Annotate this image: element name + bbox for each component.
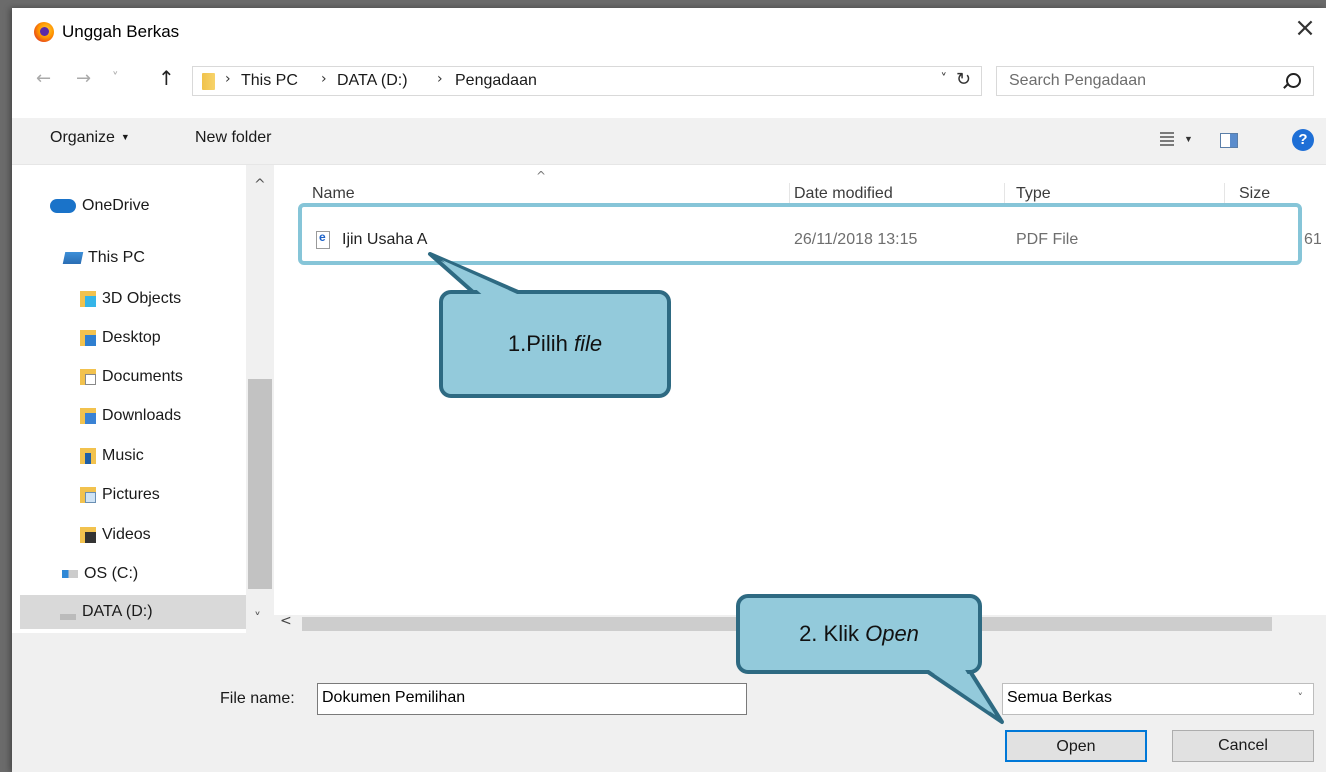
folder-desktop-icon: [80, 330, 96, 346]
forward-arrow-icon[interactable]: →: [76, 68, 91, 89]
breadcrumb-pengadaan[interactable]: Pengadaan: [455, 72, 537, 90]
breadcrumb-separator: ›: [437, 71, 443, 87]
breadcrumb-separator: ›: [321, 71, 327, 87]
folder-videos-icon: [80, 527, 96, 543]
folder-downloads-icon: [80, 408, 96, 424]
sidebar-item-this-pc[interactable]: This PC: [62, 241, 145, 275]
sidebar-item-label: 3D Objects: [102, 290, 182, 307]
command-toolbar: Organize ▼ New folder ▼ ?: [12, 118, 1326, 165]
callout-pointer-mask: [926, 668, 990, 712]
search-icon[interactable]: [1286, 73, 1301, 88]
navigation-bar: ← → ˅ ↑ › This PC › DATA (D:) › Pengadaa…: [12, 60, 1326, 102]
preview-pane-icon[interactable]: [1220, 133, 1238, 148]
sidebar-item-label: Desktop: [102, 329, 161, 346]
sidebar-item-music[interactable]: Music: [80, 439, 144, 473]
close-icon[interactable]: ×: [1290, 14, 1320, 44]
breadcrumb-this-pc[interactable]: This PC: [241, 72, 298, 90]
sidebar-item-label: Downloads: [102, 407, 182, 424]
sidebar-item-documents[interactable]: Documents: [80, 360, 183, 394]
scroll-down-icon[interactable]: ˅: [254, 611, 261, 627]
file-size: 61: [1304, 231, 1322, 248]
callout-emphasis: Open: [865, 621, 919, 646]
sidebar-item-pictures[interactable]: Pictures: [80, 478, 160, 512]
dialog-footer: File name: Dokumen Pemilihan Semua Berka…: [12, 633, 1326, 772]
callout-text: 1.Pilih: [507, 331, 574, 356]
file-name-field[interactable]: Dokumen Pemilihan: [317, 683, 747, 715]
sidebar-item-label: Videos: [102, 526, 151, 543]
sidebar-item-label: DATA (D:): [82, 603, 153, 620]
sidebar-item-label: Pictures: [102, 486, 160, 503]
chevron-down-icon: ˅: [1297, 691, 1304, 704]
breadcrumb-data-d[interactable]: DATA (D:): [337, 72, 408, 90]
sidebar-item-3d-objects[interactable]: 3D Objects: [80, 282, 181, 316]
recent-locations-icon[interactable]: ˅: [112, 71, 119, 86]
back-arrow-icon[interactable]: ←: [36, 68, 51, 89]
title-bar: Unggah Berkas ×: [12, 8, 1326, 54]
help-icon[interactable]: ?: [1292, 129, 1314, 151]
cancel-button[interactable]: Cancel: [1172, 730, 1314, 762]
drive-data-icon: [60, 614, 76, 620]
sidebar-item-data-d[interactable]: DATA (D:): [20, 595, 246, 629]
address-bar[interactable]: › This PC › DATA (D:) › Pengadaan ˅ ↻: [192, 66, 982, 96]
breadcrumb-separator: ›: [225, 71, 231, 87]
column-header-size[interactable]: Size: [1239, 185, 1270, 203]
sidebar-item-downloads[interactable]: Downloads: [80, 399, 181, 433]
sidebar-item-onedrive[interactable]: OneDrive: [50, 189, 150, 223]
sidebar-item-label: Documents: [102, 368, 183, 385]
onedrive-icon: [50, 199, 76, 213]
scrollbar-thumb[interactable]: [248, 379, 272, 589]
folder-documents-icon: [80, 369, 96, 385]
open-button[interactable]: Open: [1005, 730, 1147, 762]
sidebar-item-label: OneDrive: [82, 197, 150, 214]
column-header-date[interactable]: Date modified: [794, 185, 893, 203]
sidebar-item-label: OS (C:): [84, 565, 139, 582]
scroll-up-icon[interactable]: ^: [254, 177, 266, 193]
search-placeholder: Search Pengadaan: [1009, 72, 1146, 89]
scroll-left-icon[interactable]: <: [280, 613, 292, 629]
callout-step-1-text: 1.Pilih file: [439, 290, 671, 398]
callout-step-2-text: 2. Klik Open: [736, 594, 982, 674]
caret-down-icon: ▼: [120, 132, 130, 142]
dialog-title: Unggah Berkas: [62, 22, 180, 41]
sidebar-item-label: This PC: [88, 249, 145, 266]
organize-label: Organize: [50, 129, 115, 146]
sort-ascending-icon: ^: [536, 169, 547, 183]
file-highlight-frame: [298, 203, 1302, 265]
view-options-icon[interactable]: [1160, 132, 1174, 148]
file-type-value: Semua Berkas: [1007, 689, 1112, 706]
organize-button[interactable]: Organize ▼: [50, 129, 130, 147]
new-folder-button[interactable]: New folder: [195, 129, 271, 147]
caret-down-icon[interactable]: ▼: [1184, 134, 1193, 144]
pc-icon: [62, 252, 84, 264]
callout-emphasis: file: [573, 331, 603, 356]
folder-pictures-icon: [80, 487, 96, 503]
sidebar-item-label: Music: [102, 447, 144, 464]
file-dialog: Unggah Berkas × ← → ˅ ↑ › This PC › DATA…: [12, 8, 1326, 772]
column-header-type[interactable]: Type: [1016, 185, 1051, 203]
firefox-icon: [34, 22, 54, 42]
column-header-name[interactable]: Name: [312, 185, 355, 203]
sidebar-item-videos[interactable]: Videos: [80, 518, 151, 552]
folder-3d-icon: [80, 291, 96, 307]
search-input[interactable]: Search Pengadaan: [996, 66, 1314, 96]
up-arrow-icon[interactable]: ↑: [158, 66, 175, 90]
refresh-icon[interactable]: ↻: [956, 69, 971, 90]
sidebar-scrollbar[interactable]: ^ ˅: [246, 165, 274, 633]
sidebar-item-desktop[interactable]: Desktop: [80, 321, 161, 355]
drive-os-icon: [62, 570, 78, 578]
folder-icon: [202, 73, 215, 90]
file-type-select[interactable]: Semua Berkas ˅: [1002, 683, 1314, 715]
callout-text: 2. Klik: [799, 621, 866, 646]
chevron-down-icon[interactable]: ˅: [941, 72, 948, 87]
sidebar-item-os-c[interactable]: OS (C:): [62, 557, 138, 591]
folder-music-icon: [80, 448, 96, 464]
file-name-label: File name:: [220, 690, 295, 707]
navigation-pane: OneDrive This PC 3D Objects Desktop Docu…: [12, 165, 274, 633]
